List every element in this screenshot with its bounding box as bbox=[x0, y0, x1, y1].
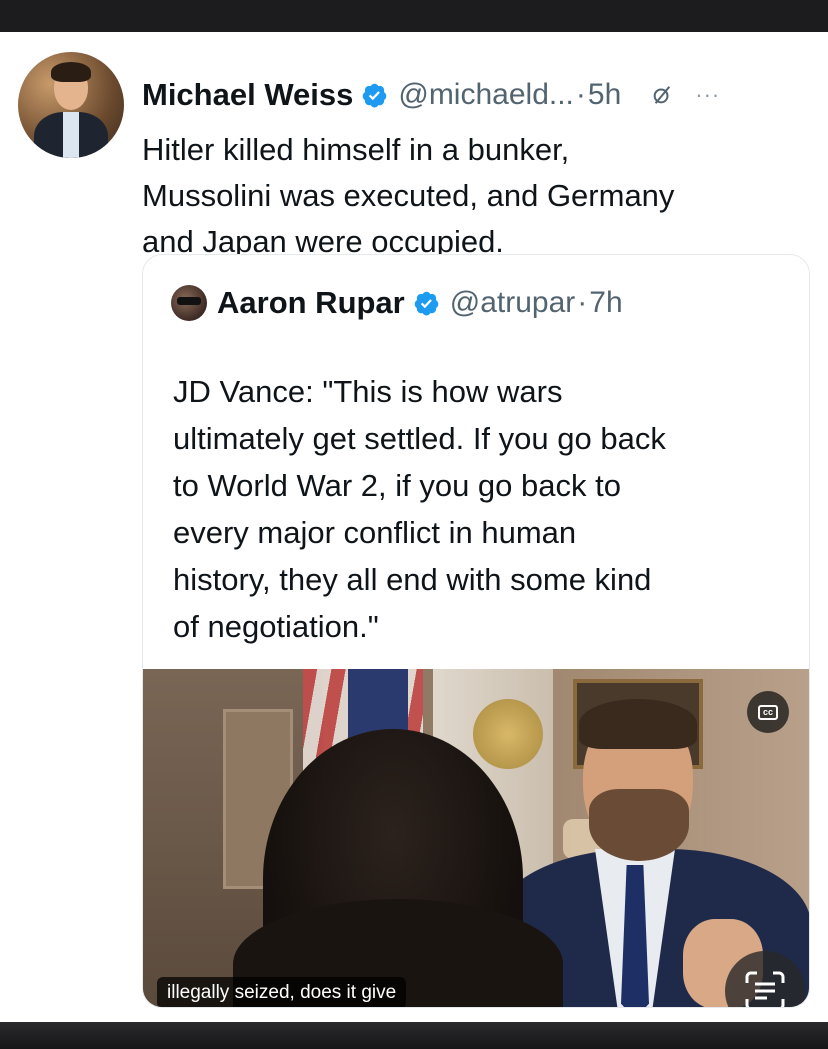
text-scan-icon bbox=[745, 971, 785, 1007]
tweet-card[interactable]: Michael Weiss @michaeld... · 5h ··· Hitl… bbox=[0, 32, 828, 1022]
quoted-text-line: history, they all end with some kind bbox=[173, 562, 652, 597]
cc-icon: cc bbox=[757, 704, 778, 720]
quoted-author-handle[interactable]: @atrupar bbox=[450, 286, 576, 320]
quoted-tweet-time[interactable]: 7h bbox=[589, 286, 622, 320]
quoted-text-line: of negotiation." bbox=[173, 609, 379, 644]
tweet-header: Michael Weiss @michaeld... · 5h ··· bbox=[142, 77, 720, 113]
quoted-author-name[interactable]: Aaron Rupar bbox=[217, 285, 405, 321]
video-player[interactable]: cc illegally seized, does it give bbox=[143, 669, 809, 1007]
quoted-text-line: to World War 2, if you go back to bbox=[173, 468, 621, 503]
closed-captions-button[interactable]: cc bbox=[747, 691, 789, 733]
author-avatar[interactable] bbox=[18, 52, 124, 158]
verified-badge-icon bbox=[363, 83, 387, 107]
grok-icon[interactable] bbox=[651, 84, 673, 106]
separator-dot: · bbox=[575, 78, 586, 111]
more-options-icon[interactable]: ··· bbox=[695, 82, 720, 108]
video-caption: illegally seized, does it give bbox=[157, 977, 407, 1007]
quoted-text-line: ultimately get settled. If you go back bbox=[173, 421, 666, 456]
top-bar bbox=[0, 0, 828, 32]
author-handle[interactable]: @michaeld... bbox=[398, 78, 574, 112]
separator-dot: · bbox=[577, 286, 588, 319]
tweet-text-line: Mussolini was executed, and Germany bbox=[142, 178, 675, 213]
quoted-tweet-text: JD Vance: "This is how wars ultimately g… bbox=[173, 368, 793, 650]
bottom-bar bbox=[0, 1022, 828, 1049]
quoted-tweet-header: Aaron Rupar @atrupar · 7h bbox=[171, 285, 623, 321]
tweet-text-line: Hitler killed himself in a bunker, bbox=[142, 132, 570, 167]
quoted-text-line: JD Vance: "This is how wars bbox=[173, 374, 563, 409]
author-name[interactable]: Michael Weiss bbox=[142, 77, 353, 113]
quoted-author-avatar[interactable] bbox=[171, 285, 207, 321]
verified-badge-icon bbox=[414, 291, 439, 315]
tweet-time[interactable]: 5h bbox=[588, 78, 621, 112]
tweet-text: Hitler killed himself in a bunker, Musso… bbox=[142, 127, 802, 265]
quoted-tweet[interactable]: Aaron Rupar @atrupar · 7h JD Vance: "Thi… bbox=[142, 254, 810, 1008]
quoted-text-line: every major conflict in human bbox=[173, 515, 577, 550]
